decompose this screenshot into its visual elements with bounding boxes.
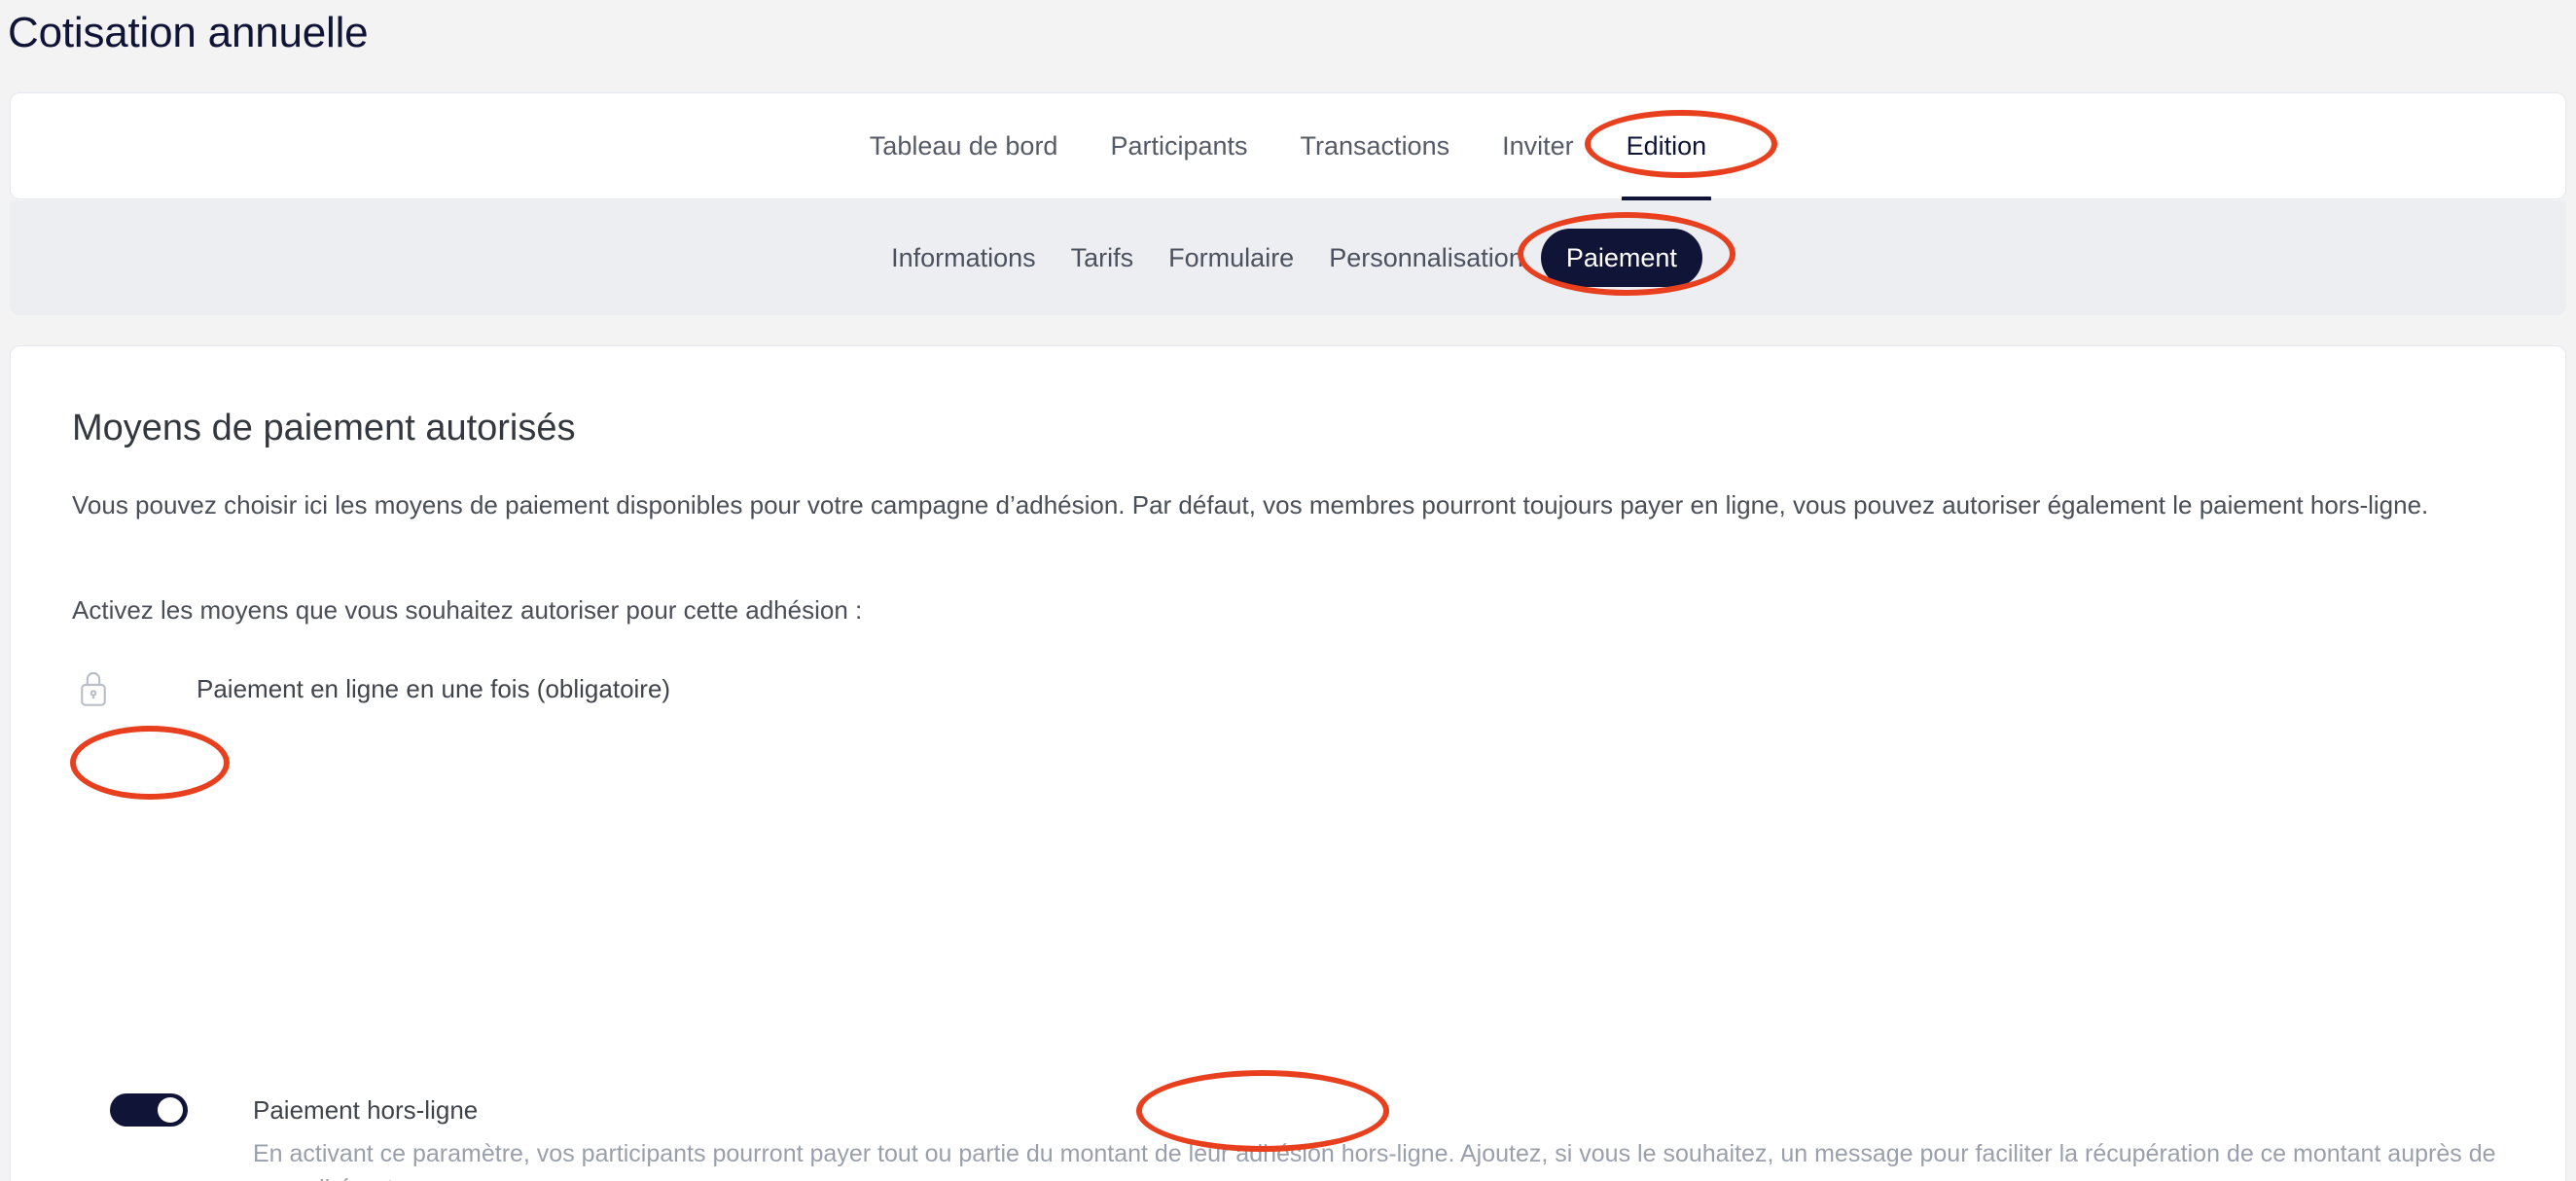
section-intro-text: Vous pouvez choisir ici les moyens de pa… [72, 490, 2429, 519]
main-tab-card: Tableau de bord Participants Transaction… [10, 92, 2566, 205]
tab-edition[interactable]: Edition [1600, 92, 1734, 205]
sub-tab-list: Informations Tarifs Formulaire Personnal… [10, 200, 2566, 315]
subtab-personnalisation[interactable]: Personnalisation [1311, 229, 1541, 287]
activate-instruction: Activez les moyens que vous souhaitez au… [72, 595, 863, 625]
sub-tab-band: Informations Tarifs Formulaire Personnal… [10, 200, 2566, 315]
subtab-tarifs[interactable]: Tarifs [1054, 229, 1152, 287]
main-tab-list: Tableau de bord Participants Transaction… [11, 92, 2565, 205]
offline-payment-toggle-wrap[interactable] [110, 1093, 188, 1127]
app-page: Cotisation annuelle Tableau de bord Part… [0, 0, 2576, 1181]
lock-icon [72, 667, 115, 710]
tab-tableau-de-bord[interactable]: Tableau de bord [843, 92, 1085, 199]
offline-payment-toggle[interactable] [110, 1093, 188, 1127]
payment-settings-card: Moyens de paiement autorisés Vous pouvez… [10, 345, 2566, 1181]
section-heading: Moyens de paiement autorisés [72, 408, 576, 448]
subtab-formulaire[interactable]: Formulaire [1151, 229, 1311, 287]
subtab-informations[interactable]: Informations [874, 229, 1054, 287]
offline-payment-description: En activant ce paramètre, vos participan… [253, 1140, 2496, 1181]
online-payment-label: Paiement en ligne en une fois (obligatoi… [197, 673, 671, 703]
online-payment-row: Paiement en ligne en une fois (obligatoi… [72, 667, 670, 710]
tab-transactions[interactable]: Transactions [1274, 92, 1477, 199]
subtab-paiement[interactable]: Paiement [1540, 229, 1702, 287]
offline-payment-label: Paiement hors-ligne [253, 1095, 479, 1125]
tab-participants[interactable]: Participants [1084, 92, 1273, 199]
tab-inviter[interactable]: Inviter [1476, 92, 1600, 199]
toggle-knob [158, 1097, 183, 1123]
page-title: Cotisation annuelle [8, 9, 369, 56]
